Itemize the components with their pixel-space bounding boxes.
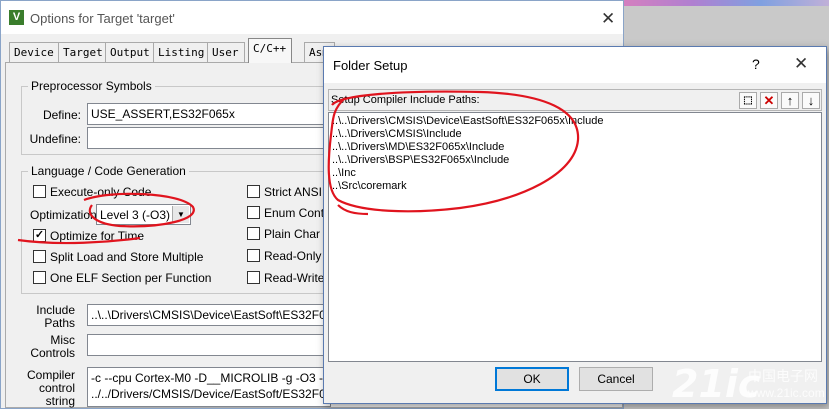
split-load-store-checkbox[interactable] xyxy=(33,250,46,263)
enum-container-checkbox[interactable] xyxy=(247,206,260,219)
compiler-control-text: -c --cpu Cortex-M0 -D__MICROLIB -g -O3 -… xyxy=(87,367,331,407)
compiler-control-line-2: ../../Drivers/CMSIS/Device/EastSoft/ES32… xyxy=(91,387,331,401)
cancel-button[interactable]: Cancel xyxy=(579,367,653,391)
include-paths-label: Include Paths xyxy=(36,303,75,330)
misc-controls-input[interactable] xyxy=(87,334,331,356)
language-legend: Language / Code Generation xyxy=(31,164,186,178)
chevron-down-icon[interactable]: ▼ xyxy=(172,206,189,223)
keil-app-icon: V xyxy=(9,10,24,25)
compiler-control-line-1: -c --cpu Cortex-M0 -D__MICROLIB -g -O3 -… xyxy=(91,371,330,385)
undefine-input[interactable] xyxy=(87,127,331,149)
tab-target[interactable]: Target xyxy=(58,42,109,62)
list-item[interactable]: ..\..\Drivers\CMSIS\Device\EastSoft\ES32… xyxy=(332,115,818,128)
tab-user[interactable]: User xyxy=(207,42,245,62)
define-input[interactable]: USE_ASSERT,ES32F065x xyxy=(87,103,331,125)
optimize-for-time-label: Optimize for Time xyxy=(50,229,145,243)
execute-only-checkbox[interactable] xyxy=(33,185,46,198)
undefine-label: Undefine: xyxy=(29,132,81,146)
list-item[interactable]: ..\Inc xyxy=(332,167,818,180)
desktop-strip xyxy=(624,0,829,6)
title-bar: V Options for Target 'target' ✕ xyxy=(1,1,623,34)
list-item[interactable]: ..\Src\coremark xyxy=(332,180,818,193)
optimization-select[interactable]: Level 3 (-O3) ▼ xyxy=(96,204,191,225)
split-load-store-label: Split Load and Store Multiple xyxy=(50,250,204,264)
move-up-icon[interactable]: ↑ xyxy=(781,92,799,109)
folder-setup-title: Folder Setup xyxy=(333,58,408,73)
list-item[interactable]: ..\..\Drivers\CMSIS\Include xyxy=(332,128,818,141)
list-item[interactable]: ..\..\Drivers\MD\ES32F065x\Include xyxy=(332,141,818,154)
optimize-for-time-checkbox[interactable]: ✓ xyxy=(33,229,46,242)
dialog-title: Options for Target 'target' xyxy=(30,11,175,26)
one-elf-section-label: One ELF Section per Function xyxy=(50,271,212,285)
close-icon[interactable]: ✕ xyxy=(601,10,615,27)
include-paths-header: Setup Compiler Include Paths: ⬚ ✕ ↑ ↓ xyxy=(328,89,822,111)
watermark-url: www.21ic.com xyxy=(748,386,825,400)
folder-setup-dialog: Folder Setup ? ✕ Setup Compiler Include … xyxy=(323,46,827,404)
tab-c-cpp[interactable]: C/C++ xyxy=(248,38,293,63)
include-paths-list[interactable]: ..\..\Drivers\CMSIS\Device\EastSoft\ES32… xyxy=(328,112,822,362)
list-item[interactable]: ..\..\Drivers\BSP\ES32F065x\Include xyxy=(332,154,818,167)
move-down-icon[interactable]: ↓ xyxy=(802,92,820,109)
define-label: Define: xyxy=(42,108,81,122)
optimization-label: Optimization: xyxy=(30,208,101,222)
close-icon[interactable]: ✕ xyxy=(794,55,808,72)
include-paths-list-label: Setup Compiler Include Paths: xyxy=(331,94,480,106)
optimization-value: Level 3 (-O3) xyxy=(100,208,171,222)
one-elf-section-checkbox[interactable] xyxy=(33,271,46,284)
tab-listing[interactable]: Listing xyxy=(153,42,211,62)
readwrite-pos-checkbox[interactable] xyxy=(247,271,260,284)
tab-output[interactable]: Output xyxy=(105,42,156,62)
ok-button[interactable]: OK xyxy=(495,367,569,391)
preprocessor-legend: Preprocessor Symbols xyxy=(31,79,152,93)
delete-icon[interactable]: ✕ xyxy=(760,92,778,109)
help-button[interactable]: ? xyxy=(752,56,760,72)
plain-char-checkbox[interactable] xyxy=(247,227,260,240)
readonly-pos-checkbox[interactable] xyxy=(247,249,260,262)
include-paths-input[interactable]: ..\..\Drivers\CMSIS\Device\EastSoft\ES32… xyxy=(87,304,331,326)
folder-setup-title-bar: Folder Setup ? ✕ xyxy=(324,47,826,83)
watermark-cn-text: 中国电子网 xyxy=(748,368,818,384)
misc-controls-label: Misc Controls xyxy=(30,333,75,360)
compiler-control-label: Compiler control string xyxy=(27,368,76,408)
plain-char-label: Plain Char is xyxy=(264,227,333,241)
new-folder-icon[interactable]: ⬚ xyxy=(739,92,757,109)
execute-only-label: Execute-only Code xyxy=(50,185,152,199)
tab-device[interactable]: Device xyxy=(9,42,60,62)
strict-ansi-checkbox[interactable] xyxy=(247,185,260,198)
